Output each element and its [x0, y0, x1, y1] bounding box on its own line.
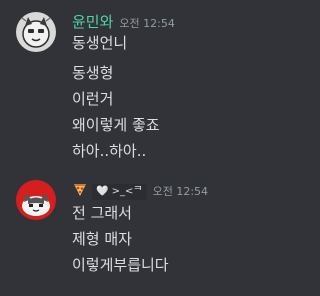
red-cat-avatar[interactable] — [16, 180, 56, 220]
avatar-image — [16, 180, 56, 220]
message-line: 동생언니 — [72, 34, 128, 52]
message-line: 제형 매자 — [72, 230, 132, 248]
pizza-icon — [72, 181, 88, 197]
message-line: 하아..하아.. — [72, 142, 147, 160]
message-header: 🤍 >_<ᄏ 오전 12:54 — [72, 179, 209, 200]
message-line: 이런거 — [72, 90, 114, 108]
message-header: 윤민와 오전 12:54 — [72, 11, 175, 31]
timestamp: 오전 12:54 — [119, 17, 175, 30]
gray-cat-avatar[interactable] — [16, 12, 56, 52]
message-line: 전 그래서 — [72, 204, 132, 222]
message-line: 왜이렇게 좋죠 — [72, 116, 160, 134]
user-tag[interactable]: 🤍 >_<ᄏ — [92, 184, 147, 200]
timestamp: 오전 12:54 — [152, 185, 209, 198]
username[interactable]: 윤민와 — [72, 11, 113, 32]
avatar-image — [16, 12, 56, 52]
pizza-icon-svg — [74, 184, 86, 196]
message-line: 동생형 — [72, 64, 114, 82]
message-line: 이렇게부릅니다 — [72, 256, 169, 274]
